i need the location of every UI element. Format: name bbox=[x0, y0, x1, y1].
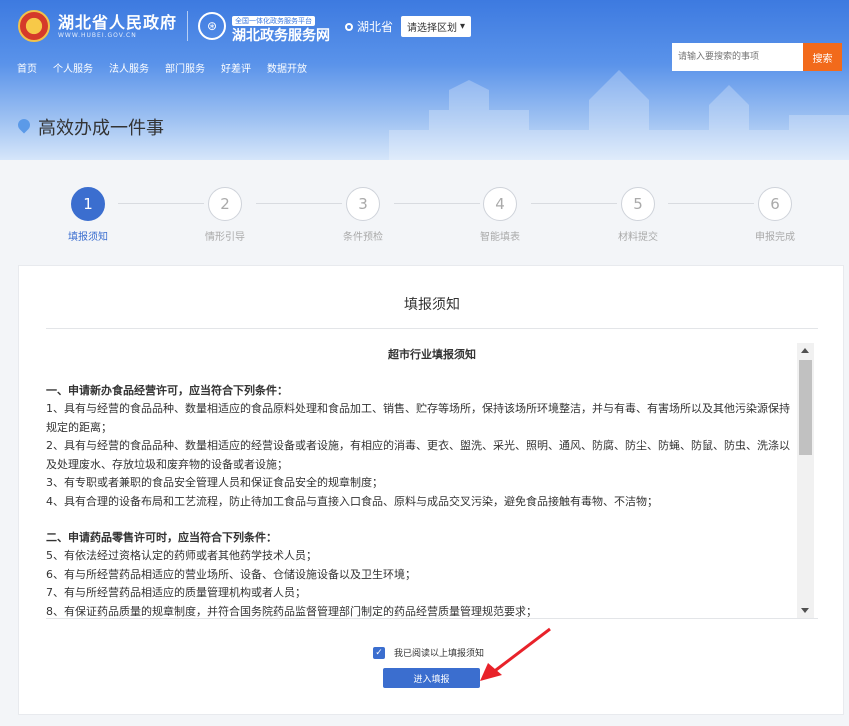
search-button[interactable]: 搜索 bbox=[803, 43, 842, 71]
step-label: 材料提交 bbox=[618, 232, 658, 243]
notice-card: 填报须知 超市行业填报须知 一、申请新办食品经营许可，应当符合下列条件： 1、具… bbox=[18, 265, 844, 715]
step-label: 情形引导 bbox=[205, 232, 245, 243]
progress-steps: 1 填报须知 2 情形引导 3 条件预检 4 智能填表 5 材料提交 6 申报完… bbox=[0, 175, 849, 255]
annotation-arrow-icon bbox=[480, 627, 551, 681]
step-2: 2 情形引导 bbox=[190, 187, 260, 243]
caret-down-icon: ▾ bbox=[460, 21, 466, 32]
section-heading: 二、申请药品零售许可时，应当符合下列条件： bbox=[46, 531, 277, 544]
gov-title: 湖北省人民政府 bbox=[58, 12, 178, 32]
portal-logo-icon: ⊛ bbox=[198, 12, 227, 40]
portal-name: 湖北政务服务网 bbox=[232, 27, 331, 44]
step-label: 填报须知 bbox=[68, 232, 108, 243]
card-title: 填报须知 bbox=[404, 297, 460, 313]
section-heading: 一、申请新办食品经营许可，应当符合下列条件： bbox=[46, 384, 288, 397]
site-header: 湖北省人民政府 WWW.HUBEI.GOV.CN ⊛ 全国一体化政务服务平台 湖… bbox=[0, 0, 849, 160]
portal-tag: 全国一体化政务服务平台 bbox=[232, 15, 316, 26]
scroll-up-icon[interactable] bbox=[801, 348, 809, 353]
region-select[interactable]: 请选择区划 ▾ bbox=[401, 16, 472, 37]
divider bbox=[46, 618, 818, 619]
nav-rating[interactable]: 好差评 bbox=[221, 60, 251, 75]
region-name: 湖北省 bbox=[357, 20, 394, 34]
nav-personal[interactable]: 个人服务 bbox=[53, 60, 93, 75]
step-label: 智能填表 bbox=[480, 232, 520, 243]
nav-home[interactable]: 首页 bbox=[17, 60, 37, 75]
national-emblem-icon bbox=[18, 10, 50, 42]
nav-department[interactable]: 部门服务 bbox=[165, 60, 205, 75]
step-number: 5 bbox=[621, 187, 655, 221]
page-heading: 高效办成一件事 bbox=[18, 114, 164, 140]
scrollbar[interactable] bbox=[797, 343, 814, 618]
step-number: 4 bbox=[483, 187, 517, 221]
notice-item: 3、有专职或者兼职的食品安全管理人员和保证食品安全的规章制度； bbox=[46, 476, 383, 489]
location-dot-icon bbox=[345, 22, 353, 31]
main-nav: 首页 个人服务 法人服务 部门服务 好差评 数据开放 bbox=[17, 60, 323, 75]
notice-item: 1、具有与经营的食品品种、数量相适应的食品原料处理和食品加工、销售、贮存等场所，… bbox=[46, 402, 790, 434]
notice-scroll-area[interactable]: 超市行业填报须知 一、申请新办食品经营许可，应当符合下列条件： 1、具有与经营的… bbox=[46, 343, 818, 618]
location-pin-icon bbox=[18, 119, 30, 135]
step-label: 条件预检 bbox=[343, 232, 383, 243]
step-6: 6 申报完成 bbox=[740, 187, 810, 243]
nav-legal-person[interactable]: 法人服务 bbox=[109, 60, 149, 75]
agree-label[interactable]: 我已阅读以上填报须知 bbox=[394, 646, 484, 659]
notice-item: 7、有与所经营药品相适应的质量管理机构或者人员； bbox=[46, 586, 306, 599]
step-5: 5 材料提交 bbox=[603, 187, 673, 243]
divider bbox=[46, 328, 818, 329]
search-bar: 搜索 bbox=[672, 43, 842, 71]
step-1: 1 填报须知 bbox=[53, 187, 123, 243]
step-number: 3 bbox=[346, 187, 380, 221]
brand-block[interactable]: 湖北省人民政府 WWW.HUBEI.GOV.CN ⊛ 全国一体化政务服务平台 湖… bbox=[18, 8, 330, 44]
page-title: 高效办成一件事 bbox=[38, 118, 164, 139]
step-number: 6 bbox=[758, 187, 792, 221]
step-label: 申报完成 bbox=[755, 232, 795, 243]
notice-item: 6、有与所经营药品相适应的营业场所、设备、仓储设施设备以及卫生环境； bbox=[46, 567, 416, 581]
region-picker: 湖北省 请选择区划 ▾ bbox=[345, 16, 472, 37]
step-4: 4 智能填表 bbox=[465, 187, 535, 243]
nav-open-data[interactable]: 数据开放 bbox=[267, 60, 307, 75]
region-select-label: 请选择区划 bbox=[407, 23, 458, 34]
scroll-down-icon[interactable] bbox=[801, 608, 809, 613]
scrollbar-thumb[interactable] bbox=[799, 360, 812, 455]
notice-item: 5、有依法经过资格认定的药师或者其他药学技术人员； bbox=[46, 549, 317, 562]
step-number: 1 bbox=[71, 187, 105, 221]
notice-item: 4、具有合理的设备布局和工艺流程，防止待加工食品与直接入口食品、原料与成品交叉污… bbox=[46, 494, 658, 508]
step-3: 3 条件预检 bbox=[328, 187, 398, 243]
notice-item: 2、具有与经营的食品品种、数量相适应的经营设备或者设施，有相应的消毒、更衣、盥洗… bbox=[46, 439, 790, 471]
step-number: 2 bbox=[208, 187, 242, 221]
brand-divider bbox=[187, 11, 189, 41]
agree-checkbox[interactable]: ✓ bbox=[373, 646, 385, 659]
agree-checkbox-row[interactable]: ✓ 我已阅读以上填报须知 bbox=[373, 646, 484, 659]
notice-item: 8、有保证药品质量的规章制度，并符合国务院药品监督管理部门制定的药品经营质量管理… bbox=[46, 604, 537, 618]
notice-title: 超市行业填报须知 bbox=[388, 348, 476, 361]
search-input[interactable] bbox=[672, 43, 803, 71]
gov-subtitle: WWW.HUBEI.GOV.CN bbox=[58, 31, 137, 39]
enter-fill-button[interactable]: 进入填报 bbox=[383, 668, 480, 688]
